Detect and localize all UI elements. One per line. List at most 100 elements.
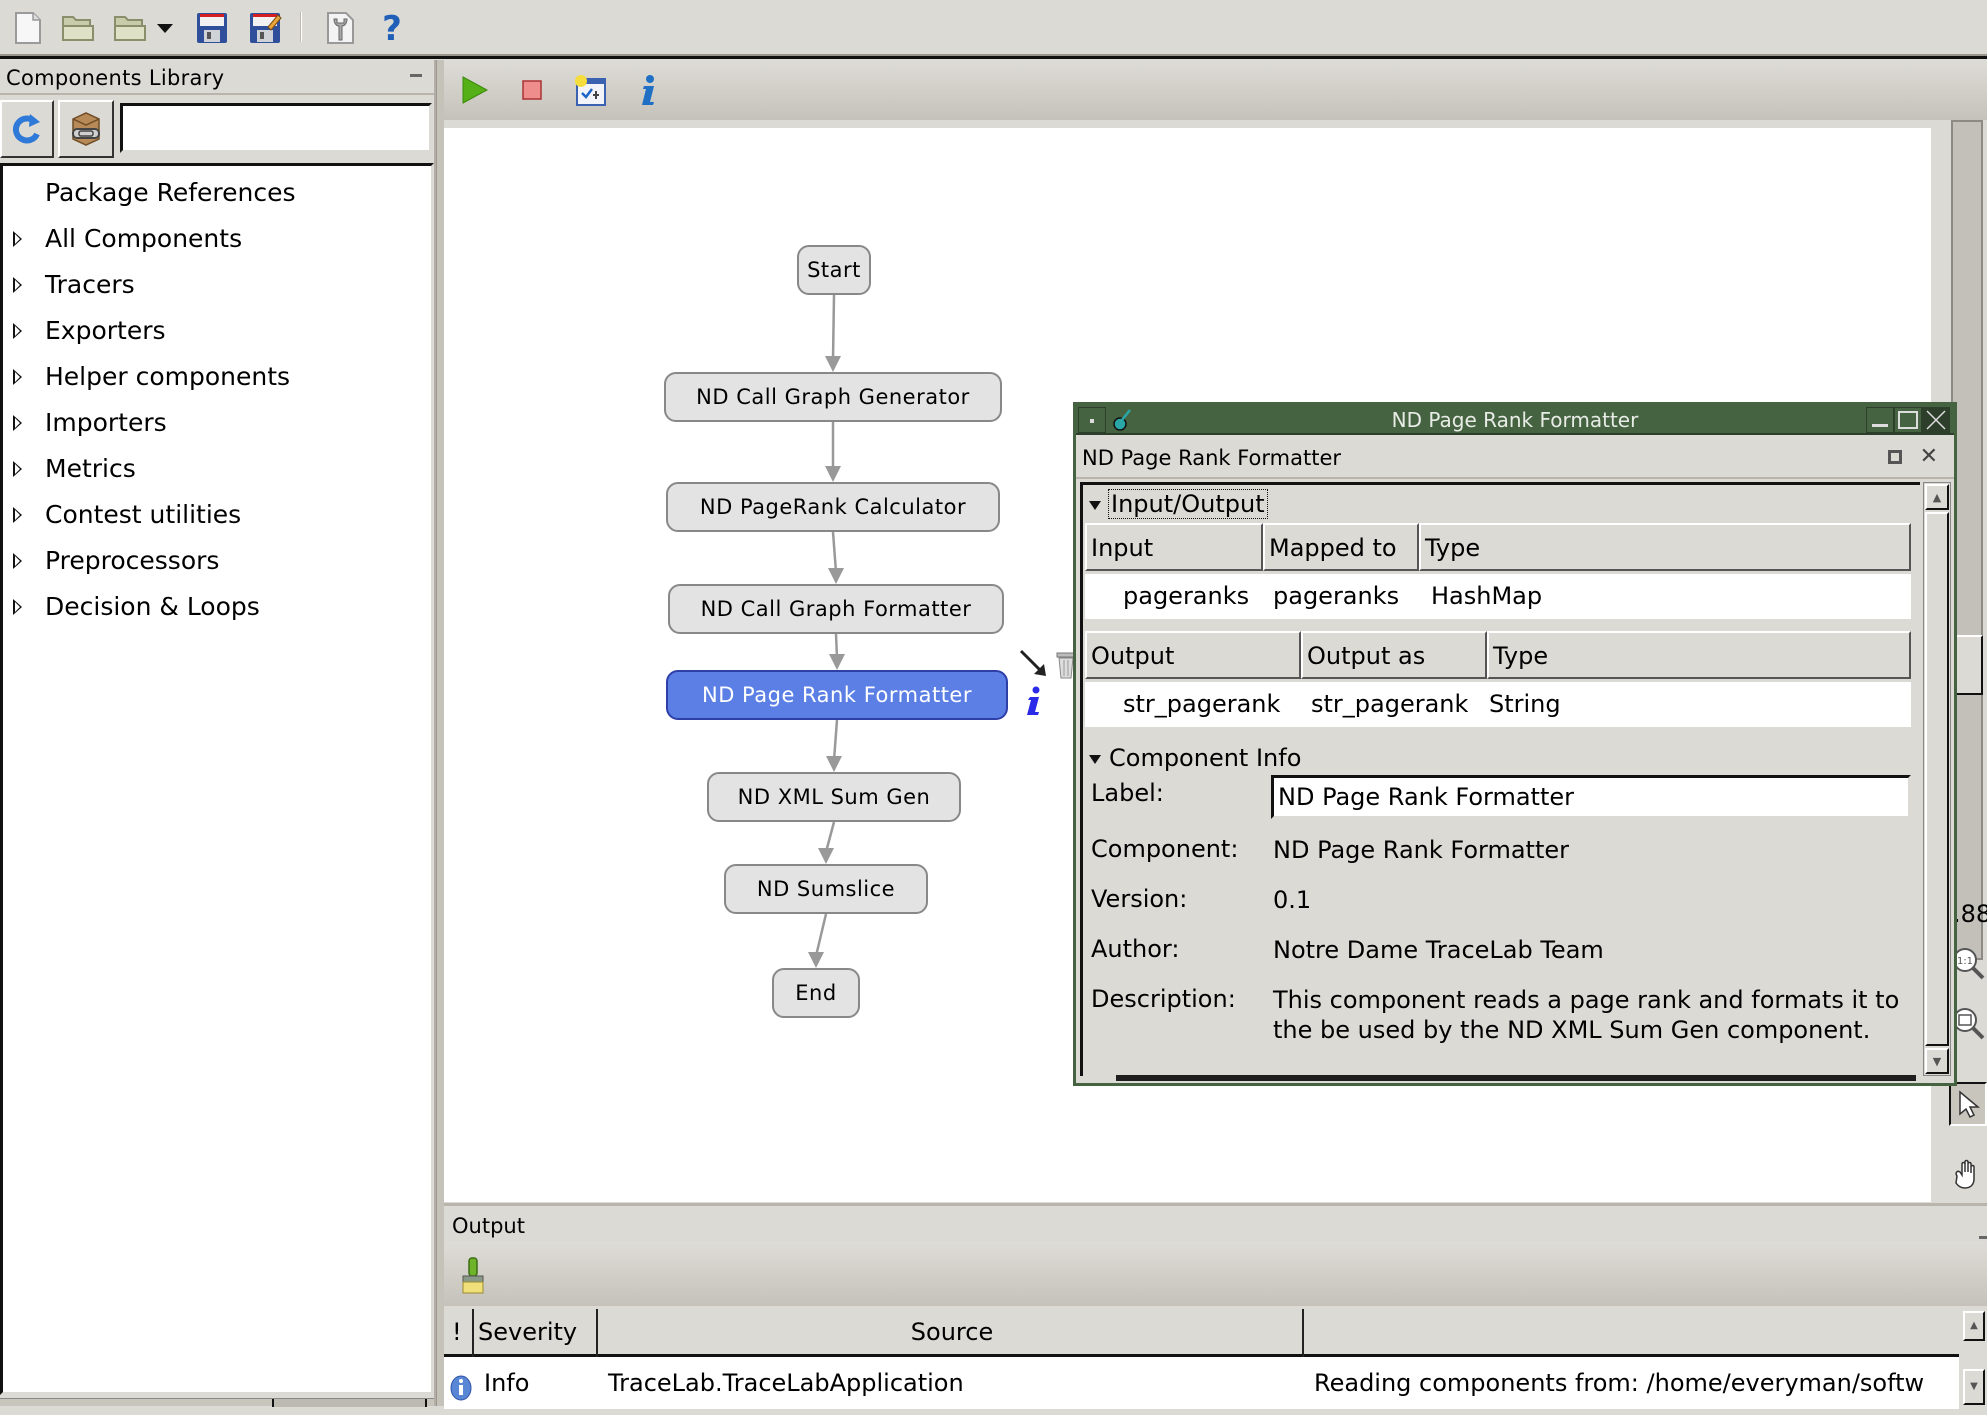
graph-edge-start-cgg[interactable] <box>831 294 836 361</box>
open-recent-dropdown[interactable] <box>152 8 178 48</box>
window-titlebar[interactable]: ND Page Rank Formatter <box>1076 405 1954 435</box>
expand-arrow-icon[interactable] <box>13 553 22 569</box>
graph-edge-xml-sum[interactable] <box>824 821 836 853</box>
node-info-button[interactable] <box>1022 684 1046 720</box>
table-row[interactable]: pageranks pageranks HashMap <box>1085 574 1911 619</box>
open-recent-button[interactable] <box>110 8 150 48</box>
info-icon <box>642 75 654 105</box>
maximize-window-button[interactable] <box>1894 407 1922 433</box>
package-references-button[interactable] <box>58 100 114 158</box>
expand-arrow-icon[interactable] <box>13 415 22 431</box>
column-header[interactable]: Severity <box>474 1309 598 1357</box>
column-header[interactable] <box>1304 1309 1959 1357</box>
table-row[interactable]: Info TraceLab.TraceLabApplication Readin… <box>444 1361 1959 1405</box>
input-mapped-to[interactable]: pageranks <box>1273 574 1399 619</box>
dock-panel-header: ND Page Rank Formatter ✕ <box>1076 437 1954 479</box>
table-row[interactable]: str_pagerank str_pagerank String <box>1085 682 1911 727</box>
expand-arrow-icon[interactable] <box>13 277 22 293</box>
scrollbar-thumb[interactable] <box>1925 512 1949 1046</box>
label-input[interactable] <box>1271 775 1911 819</box>
new-file-button[interactable] <box>8 8 48 48</box>
output-as[interactable]: str_pagerank <box>1311 682 1468 727</box>
clear-output-button[interactable] <box>458 1256 488 1296</box>
new-benchmark-button[interactable] <box>570 70 610 110</box>
scroll-up-button[interactable]: ▲ <box>1963 1311 1985 1341</box>
tree-item-package-references[interactable]: Package References <box>3 173 423 213</box>
tree-item-helper-components[interactable]: Helper components <box>3 357 423 397</box>
graph-node-cgg[interactable]: ND Call Graph Generator <box>664 372 1002 422</box>
graph-edge-sum-end[interactable] <box>814 913 828 957</box>
settings-button[interactable] <box>320 8 360 48</box>
expand-arrow-icon[interactable] <box>13 369 22 385</box>
minimize-window-button[interactable] <box>1866 407 1894 433</box>
save-button[interactable] <box>192 8 232 48</box>
pan-tool-button[interactable] <box>1949 1152 1987 1196</box>
minimize-panel-button[interactable] <box>1979 1236 1987 1239</box>
column-header[interactable]: Output <box>1085 631 1301 679</box>
expand-arrow-icon[interactable] <box>13 231 22 247</box>
expand-arrow-icon[interactable] <box>13 599 22 615</box>
float-panel-button[interactable] <box>1888 450 1902 464</box>
tree-item-metrics[interactable]: Metrics <box>3 449 423 489</box>
tree-item-exporters[interactable]: Exporters <box>3 311 423 351</box>
tree-item-preprocessors[interactable]: Preprocessors <box>3 541 423 581</box>
graph-edge-prf-xml[interactable] <box>832 719 839 761</box>
tree-item-all-components[interactable]: All Components <box>3 219 423 259</box>
stop-button[interactable] <box>512 70 552 110</box>
column-header[interactable]: Type <box>1419 523 1911 571</box>
help-button[interactable]: ? <box>372 8 412 48</box>
refresh-icon <box>12 114 40 144</box>
connect-node-button[interactable] <box>1018 648 1050 680</box>
output-panel: Output ! Severity Source Info TraceLab.T… <box>444 1203 1987 1409</box>
expand-arrow-icon[interactable] <box>13 461 22 477</box>
table-header: Input Mapped to Type <box>1085 523 1911 571</box>
column-header[interactable]: Input <box>1085 523 1263 571</box>
library-horizontal-scrollbar[interactable] <box>0 1398 434 1407</box>
info-button[interactable] <box>628 70 668 110</box>
refresh-library-button[interactable] <box>0 100 54 158</box>
tree-item-importers[interactable]: Importers <box>3 403 423 443</box>
scroll-down-button[interactable]: ▼ <box>1963 1369 1985 1405</box>
column-header[interactable]: Output as <box>1301 631 1487 679</box>
graph-edge-prc-cgf[interactable] <box>831 531 838 573</box>
scroll-up-button[interactable]: ▲ <box>1925 484 1949 510</box>
column-header[interactable]: ! <box>444 1309 474 1357</box>
minimize-icon <box>1872 424 1888 427</box>
tree-item-label: Importers <box>45 408 167 437</box>
components-library-title: Components Library <box>0 62 434 95</box>
pointer-tool-button[interactable] <box>1949 1082 1987 1126</box>
open-button[interactable] <box>58 8 98 48</box>
column-header[interactable]: Source <box>598 1309 1304 1357</box>
window-menu-button[interactable] <box>1078 407 1106 433</box>
scroll-down-button[interactable]: ▼ <box>1925 1048 1949 1074</box>
close-panel-button[interactable]: ✕ <box>1920 443 1938 471</box>
graph-node-prf[interactable]: ND Page Rank Formatter <box>666 670 1008 720</box>
window-resize-edge[interactable] <box>1116 1075 1916 1081</box>
library-search-input[interactable] <box>120 103 432 153</box>
close-window-button[interactable] <box>1922 407 1950 433</box>
save-as-button[interactable] <box>245 8 285 48</box>
graph-node-prc[interactable]: ND PageRank Calculator <box>666 482 1000 532</box>
graph-node-xml[interactable]: ND XML Sum Gen <box>707 772 961 822</box>
graph-node-sum[interactable]: ND Sumslice <box>724 864 928 914</box>
tree-item-tracers[interactable]: Tracers <box>3 265 423 305</box>
expand-arrow-icon[interactable] <box>13 323 22 339</box>
graph-node-cgf[interactable]: ND Call Graph Formatter <box>668 584 1004 634</box>
graph-node-end[interactable]: End <box>772 968 860 1018</box>
output-vertical-scrollbar[interactable]: ▲ ▼ <box>1961 1309 1987 1409</box>
graph-node-start[interactable]: Start <box>797 245 871 295</box>
minimize-panel-button[interactable] <box>410 74 422 77</box>
hand-icon <box>1955 1159 1975 1189</box>
run-button[interactable] <box>454 70 494 110</box>
column-header[interactable]: Type <box>1487 631 1911 679</box>
delete-node-button[interactable] <box>1054 648 1074 680</box>
stop-icon <box>522 80 542 100</box>
tree-item-decision-loops[interactable]: Decision & Loops <box>3 587 423 627</box>
info-section-toggle[interactable]: Component Info <box>1089 741 1301 775</box>
svg-text:1:1: 1:1 <box>1957 956 1973 967</box>
expand-arrow-icon[interactable] <box>13 507 22 523</box>
io-section-toggle[interactable]: Input/Output <box>1089 487 1268 521</box>
column-header[interactable]: Mapped to <box>1263 523 1419 571</box>
tree-item-contest-utilities[interactable]: Contest utilities <box>3 495 423 535</box>
panel-splitter[interactable] <box>436 60 444 1406</box>
